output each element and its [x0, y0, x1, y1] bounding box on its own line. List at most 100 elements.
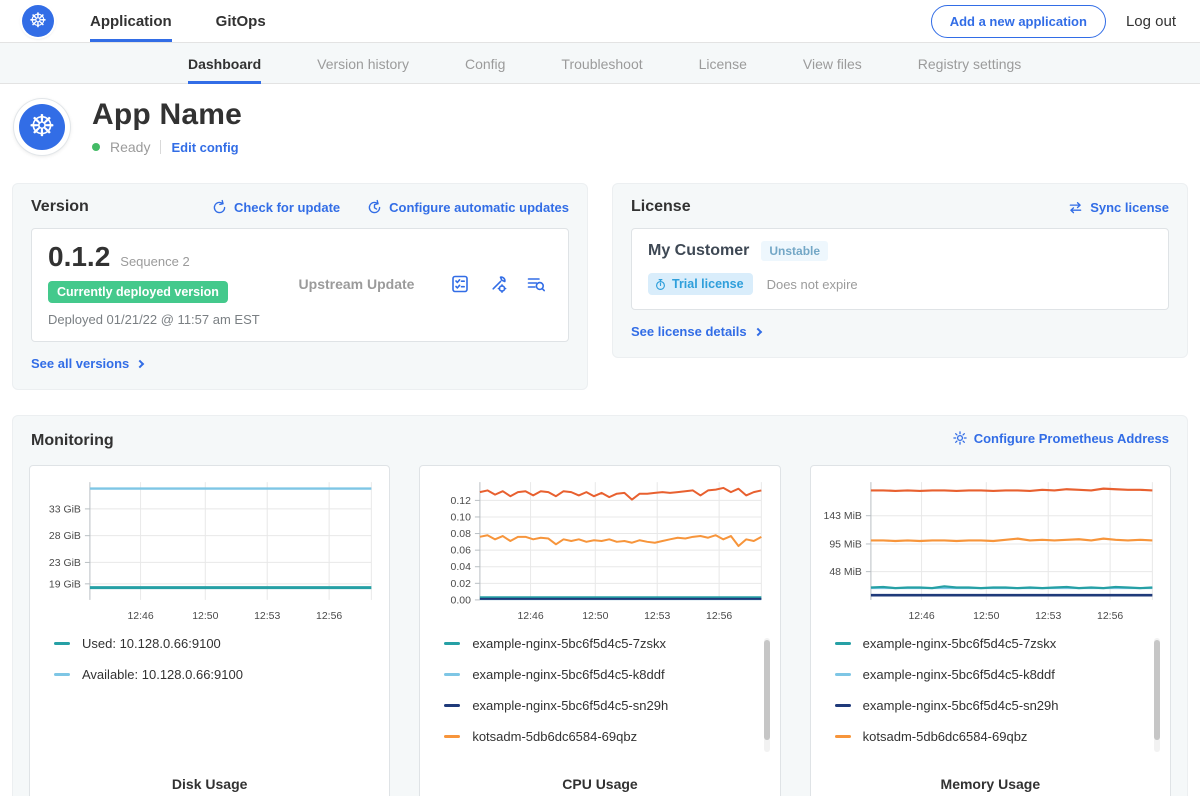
channel-badge: Unstable — [761, 241, 828, 261]
topnav-tabs: Application GitOps — [90, 0, 266, 42]
deployed-badge: Currently deployed version — [48, 281, 228, 303]
check-for-update-link[interactable]: Check for update — [211, 199, 340, 216]
clock-refresh-icon — [366, 199, 383, 216]
svg-text:28 GiB: 28 GiB — [49, 531, 81, 542]
cpu-usage-legend: example-nginx-5bc6f5d4c5-7zskx example-ng… — [430, 636, 769, 776]
svg-text:12:56: 12:56 — [316, 611, 342, 622]
tab-config[interactable]: Config — [465, 43, 505, 84]
legend-swatch-icon — [835, 673, 851, 676]
refresh-icon — [211, 199, 228, 216]
svg-text:19 GiB: 19 GiB — [49, 579, 81, 590]
view-logs-icon[interactable] — [526, 274, 546, 294]
svg-text:143 MiB: 143 MiB — [823, 511, 861, 522]
svg-text:12:46: 12:46 — [518, 611, 544, 622]
legend-item: example-nginx-5bc6f5d4c5-7zskx — [444, 636, 769, 651]
legend-item: kotsadm-5db6dc6584-69qbz — [444, 729, 769, 744]
legend-item: example-nginx-5bc6f5d4c5-k8ddf — [835, 667, 1160, 682]
memory-usage-panel: 48 MiB95 MiB143 MiB12:4612:5012:5312:56 … — [810, 465, 1171, 796]
chevron-right-icon — [136, 359, 144, 367]
tab-application[interactable]: Application — [90, 0, 172, 42]
svg-text:33 GiB: 33 GiB — [49, 504, 81, 515]
svg-text:48 MiB: 48 MiB — [829, 567, 862, 578]
svg-text:23 GiB: 23 GiB — [49, 558, 81, 569]
top-navbar: ☸ Application GitOps Add a new applicati… — [0, 0, 1200, 42]
edit-config-link[interactable]: Edit config — [171, 140, 238, 155]
legend-item: example-nginx-5bc6f5d4c5-sn29h — [835, 698, 1160, 713]
tab-troubleshoot[interactable]: Troubleshoot — [561, 43, 642, 84]
legend-swatch-icon — [835, 704, 851, 707]
logout-button[interactable]: Log out — [1126, 13, 1176, 30]
see-all-versions-link[interactable]: See all versions — [31, 356, 143, 371]
legend-label: example-nginx-5bc6f5d4c5-7zskx — [472, 636, 666, 651]
license-panel: My Customer Unstable Trial license Does … — [631, 228, 1169, 310]
legend-label: example-nginx-5bc6f5d4c5-sn29h — [863, 698, 1059, 713]
legend-label: Used: 10.128.0.66:9100 — [82, 636, 221, 651]
disk-usage-panel: 19 GiB 23 GiB 28 GiB 33 GiB 12:46 12:50 12:53 1… — [29, 465, 390, 796]
configure-prometheus-link[interactable]: Configure Prometheus Address — [952, 430, 1169, 446]
svg-text:0.04: 0.04 — [451, 562, 472, 573]
page-title: App Name — [92, 98, 242, 132]
legend-swatch-icon — [54, 642, 70, 645]
legend-item: Used: 10.128.0.66:9100 — [54, 636, 379, 651]
legend-swatch-icon — [444, 642, 460, 645]
version-sequence: Sequence 2 — [120, 254, 189, 269]
svg-text:12:46: 12:46 — [908, 611, 934, 622]
cpu-usage-chart: 0.000.020.040.060.080.100.1212:4612:5012… — [430, 474, 769, 626]
disk-usage-legend: Used: 10.128.0.66:9100 Available: 10.128.… — [40, 636, 379, 776]
config-wrench-icon[interactable] — [488, 274, 508, 294]
svg-text:12:56: 12:56 — [706, 611, 732, 622]
legend-scrollbar — [764, 638, 770, 752]
preflight-checklist-icon[interactable] — [450, 274, 470, 294]
configure-automatic-updates-link[interactable]: Configure automatic updates — [366, 199, 569, 216]
tab-registry-settings[interactable]: Registry settings — [918, 43, 1021, 84]
trial-license-badge: Trial license — [648, 273, 753, 295]
see-license-details-link[interactable]: See license details — [631, 324, 761, 339]
license-card-title: License — [631, 198, 691, 216]
legend-item: kotsadm-5db6dc6584-69qbz — [835, 729, 1160, 744]
app-header: ☸ App Name Ready Edit config — [0, 84, 1200, 171]
tab-dashboard[interactable]: Dashboard — [188, 43, 261, 84]
kubernetes-logo-icon: ☸ — [22, 5, 54, 37]
svg-text:12:50: 12:50 — [192, 611, 218, 622]
deployed-timestamp: Deployed 01/21/22 @ 11:57 am EST — [48, 312, 263, 327]
status-dot-icon — [92, 143, 100, 151]
tab-license[interactable]: License — [699, 43, 747, 84]
version-card: Version Check for update Configure autom… — [12, 183, 588, 390]
legend-scrollbar-thumb[interactable] — [764, 640, 770, 740]
svg-text:12:46: 12:46 — [127, 611, 153, 622]
customer-name: My Customer — [648, 242, 749, 260]
version-card-title: Version — [31, 198, 89, 216]
svg-text:0.10: 0.10 — [451, 512, 472, 523]
tab-version-history[interactable]: Version history — [317, 43, 409, 84]
monitoring-title: Monitoring — [31, 432, 114, 450]
legend-scrollbar — [1154, 638, 1160, 752]
app-icon: ☸ — [14, 99, 70, 155]
tab-gitops[interactable]: GitOps — [216, 0, 266, 42]
license-expiry: Does not expire — [767, 277, 858, 292]
legend-label: example-nginx-5bc6f5d4c5-k8ddf — [863, 667, 1055, 682]
svg-text:12:50: 12:50 — [973, 611, 999, 622]
chart-title: Disk Usage — [40, 776, 379, 794]
sync-license-link[interactable]: Sync license — [1067, 199, 1169, 216]
svg-text:0.00: 0.00 — [451, 595, 472, 606]
legend-label: Available: 10.128.0.66:9100 — [82, 667, 243, 682]
svg-text:12:53: 12:53 — [254, 611, 280, 622]
legend-item: example-nginx-5bc6f5d4c5-sn29h — [444, 698, 769, 713]
stopwatch-icon — [654, 278, 667, 291]
license-card: License Sync license My Customer Unstabl… — [612, 183, 1188, 358]
legend-scrollbar-thumb[interactable] — [1154, 640, 1160, 740]
legend-label: kotsadm-5db6dc6584-69qbz — [863, 729, 1028, 744]
svg-text:95 MiB: 95 MiB — [829, 539, 862, 550]
svg-text:0.12: 0.12 — [451, 496, 472, 507]
svg-text:0.02: 0.02 — [451, 579, 472, 590]
svg-text:12:56: 12:56 — [1097, 611, 1123, 622]
status-text: Ready — [110, 139, 150, 155]
add-application-button[interactable]: Add a new application — [931, 5, 1106, 38]
svg-text:0.06: 0.06 — [451, 546, 472, 557]
tab-view-files[interactable]: View files — [803, 43, 862, 84]
svg-text:12:53: 12:53 — [644, 611, 670, 622]
legend-label: kotsadm-5db6dc6584-69qbz — [472, 729, 637, 744]
chart-title: CPU Usage — [430, 776, 769, 794]
disk-usage-chart: 19 GiB 23 GiB 28 GiB 33 GiB 12:46 12:50 12:53 1… — [40, 474, 379, 626]
svg-text:0.08: 0.08 — [451, 529, 472, 540]
